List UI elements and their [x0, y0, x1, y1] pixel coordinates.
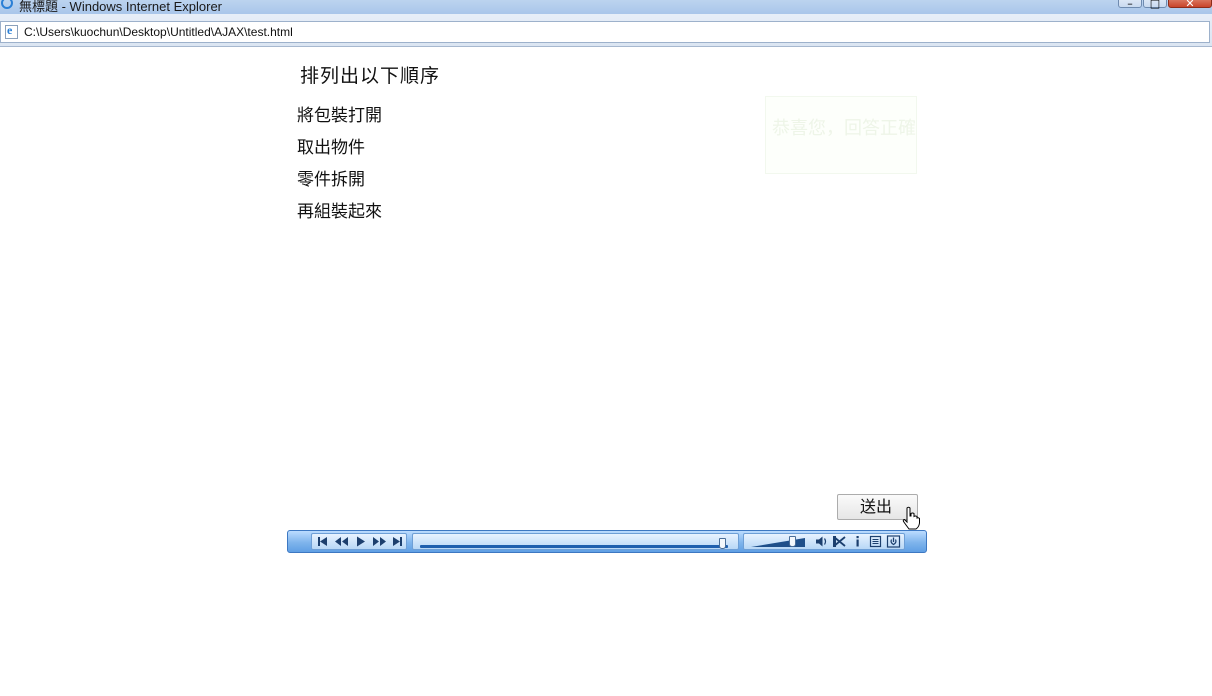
playlist-icon[interactable]	[867, 534, 884, 549]
feedback-box: 恭喜您，回答正確	[765, 96, 917, 174]
ie-logo-icon	[1, 0, 13, 9]
list-item[interactable]: 將包裝打開	[297, 104, 382, 136]
extra-controls	[743, 533, 905, 550]
address-field[interactable]: C:\Users\kuochun\Desktop\Untitled\AJAX\t…	[0, 21, 1210, 43]
list-item[interactable]: 零件拆開	[297, 168, 382, 200]
maximize-button[interactable]: □	[1143, 0, 1167, 10]
info-icon[interactable]	[849, 534, 866, 549]
window-title-bar: 無標題 - Windows Internet Explorer – □ ✕	[0, 0, 1212, 14]
list-item[interactable]: 再組裝起來	[297, 200, 382, 232]
seek-slider-thumb[interactable]	[718, 538, 726, 549]
list-item[interactable]: 取出物件	[297, 136, 382, 168]
volume-slider[interactable]	[749, 536, 809, 548]
seek-bar[interactable]	[412, 533, 739, 550]
minimize-button[interactable]: –	[1118, 0, 1142, 10]
page-heading: 排列出以下順序	[300, 65, 441, 87]
address-url[interactable]: C:\Users\kuochun\Desktop\Untitled\AJAX\t…	[24, 25, 293, 39]
next-icon[interactable]	[389, 534, 406, 549]
address-bar: C:\Users\kuochun\Desktop\Untitled\AJAX\t…	[0, 14, 1212, 47]
window-title: 無標題 - Windows Internet Explorer	[19, 0, 223, 14]
sortable-list: 將包裝打開 取出物件 零件拆開 再組裝起來	[297, 104, 382, 232]
close-button[interactable]: ✕	[1168, 0, 1212, 10]
page-icon	[5, 23, 18, 39]
fast-forward-icon[interactable]	[371, 534, 388, 549]
media-player	[287, 530, 927, 553]
power-icon[interactable]	[885, 534, 902, 549]
shuffle-icon[interactable]	[831, 534, 848, 549]
feedback-message: 恭喜您，回答正確	[772, 118, 916, 139]
hand-cursor-icon	[902, 506, 920, 530]
previous-icon[interactable]	[314, 534, 331, 549]
play-icon[interactable]	[352, 534, 369, 549]
transport-controls	[311, 533, 407, 550]
volume-slider-thumb[interactable]	[788, 536, 796, 547]
mute-icon[interactable]	[813, 534, 830, 549]
rewind-icon[interactable]	[333, 534, 350, 549]
seek-track[interactable]	[420, 545, 728, 548]
